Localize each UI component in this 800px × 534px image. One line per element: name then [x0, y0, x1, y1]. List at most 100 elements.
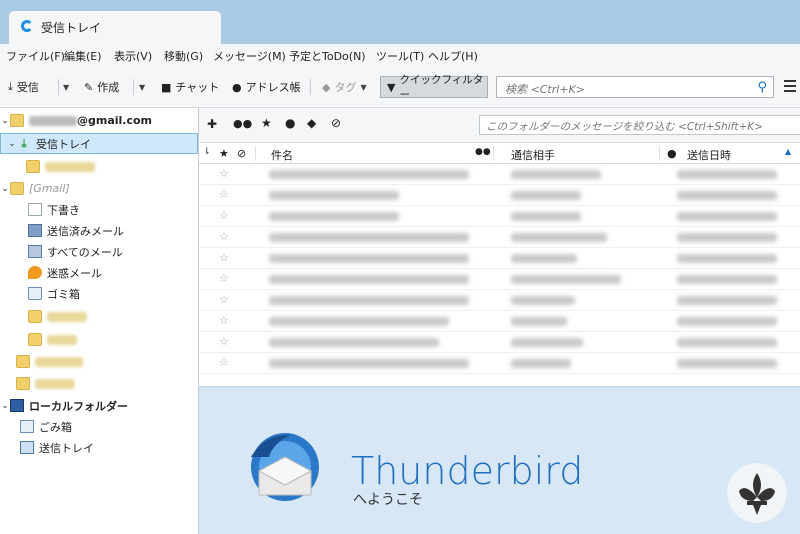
message-row[interactable]: ☆ [199, 353, 800, 374]
fleur-de-lis-icon [727, 463, 787, 523]
thunderbird-title: Thunderbird [351, 449, 584, 493]
app-menu-icon[interactable] [784, 80, 796, 95]
contact-filter-icon[interactable]: ● [285, 116, 295, 130]
trash-label: ゴミ箱 [47, 287, 80, 301]
message-row[interactable]: ☆ [199, 206, 800, 227]
account-label: @gmail.com [77, 114, 153, 127]
blurred-subject [269, 359, 469, 368]
collapse-icon: ⌄ [1, 183, 9, 194]
blurred-date [677, 359, 777, 368]
collapse-icon: ⌄ [8, 138, 16, 149]
filter-placeholder: このフォルダーのメッセージを絞り込む <Ctrl+Shift+K> [486, 121, 763, 133]
starred-filter-icon[interactable]: ★ [261, 116, 272, 130]
folder-icon [10, 182, 24, 195]
star-icon[interactable]: ☆ [219, 188, 229, 201]
unread-filter-icon[interactable]: ●● [233, 117, 252, 130]
pin-icon[interactable]: ✚ [207, 117, 217, 131]
column-separator [255, 146, 256, 161]
folder-local[interactable]: ⌄ ローカルフォルダー [0, 395, 198, 416]
folder-drafts[interactable]: 下書き [0, 199, 198, 220]
subject-column-header[interactable]: 件名 [271, 147, 293, 163]
message-row[interactable]: ☆ [199, 311, 800, 332]
get-messages-button[interactable]: ⤓ 受信 [8, 76, 39, 98]
folder-local-trash[interactable]: ごみ箱 [0, 416, 198, 437]
folder-blurred-2[interactable] [0, 306, 198, 327]
menu-help[interactable]: ヘルプ(H) [428, 48, 478, 64]
spam-label: 迷惑メール [47, 266, 102, 280]
toolbar-separator [310, 79, 311, 95]
folder-sent[interactable]: 送信済みメール [0, 220, 198, 241]
write-label: 作成 [97, 81, 120, 94]
chat-button[interactable]: ■ チャット [161, 76, 219, 98]
folder-spam[interactable]: 迷惑メール [0, 262, 198, 283]
blurred-subject [269, 275, 469, 284]
address-book-button[interactable]: ● アドレス帳 [232, 76, 301, 98]
star-icon[interactable]: ☆ [219, 167, 229, 180]
folder-gmail[interactable]: ⌄ [Gmail] [0, 178, 198, 199]
folder-inbox[interactable]: ⌄ ⤓ 受信トレイ [0, 133, 198, 154]
folder-blurred-5[interactable] [0, 373, 198, 394]
get-messages-dropdown-icon[interactable]: ▼ [63, 76, 69, 98]
folder-pane: ⌄ @gmail.com ⌄ ⤓ 受信トレイ ⌄ [Gmail] 下書き 送信済… [0, 108, 199, 534]
star-icon[interactable]: ☆ [219, 314, 229, 327]
star-icon[interactable]: ☆ [219, 251, 229, 264]
tag-filter-icon[interactable]: ◆ [307, 116, 316, 130]
main-toolbar: ⤓ 受信 ▼ ✎ 作成 ▼ ■ チャット ● アドレス帳 ◆ タグ ▼ ▼ クイ… [0, 66, 800, 108]
star-column-icon[interactable]: ★ [219, 147, 229, 160]
folder-outbox[interactable]: 送信トレイ [0, 437, 198, 458]
folder-icon [28, 333, 42, 346]
folder-blurred-1[interactable] [0, 156, 198, 177]
folder-icon [16, 355, 30, 368]
message-row[interactable]: ☆ [199, 227, 800, 248]
message-row[interactable]: ☆ [199, 164, 800, 185]
folder-blurred-4[interactable] [0, 351, 198, 372]
correspondent-column-header[interactable]: 通信相手 [511, 147, 555, 163]
menu-edit[interactable]: 編集(E) [64, 48, 102, 64]
message-row[interactable]: ☆ [199, 269, 800, 290]
attachment-filter-icon[interactable]: ⊘ [331, 116, 341, 130]
collapse-icon: ⌄ [1, 400, 9, 411]
menu-message[interactable]: メッセージ(M) [213, 48, 286, 64]
menu-tools[interactable]: ツール(T) [376, 48, 424, 64]
message-row[interactable]: ☆ [199, 332, 800, 353]
star-icon[interactable]: ☆ [219, 335, 229, 348]
message-row[interactable]: ☆ [199, 185, 800, 206]
junk-column-icon[interactable]: ● [667, 147, 677, 160]
chat-label: チャット [175, 81, 220, 94]
flame-icon [28, 266, 42, 279]
folder-trash[interactable]: ゴミ箱 [0, 283, 198, 304]
star-icon[interactable]: ☆ [219, 293, 229, 306]
write-dropdown-icon[interactable]: ▼ [139, 76, 145, 98]
sent-icon [28, 224, 42, 237]
menu-go[interactable]: 移動(G) [164, 48, 203, 64]
filter-messages-input[interactable]: このフォルダーのメッセージを絞り込む <Ctrl+Shift+K> [479, 115, 800, 135]
menu-file[interactable]: ファイル(F) [6, 48, 65, 64]
folder-all-mail[interactable]: すべてのメール [0, 241, 198, 262]
blurred-date [677, 191, 777, 200]
write-button[interactable]: ✎ 作成 [84, 76, 119, 98]
trash-icon [20, 420, 34, 433]
attachment-column-icon[interactable]: ⊘ [237, 147, 246, 160]
read-column-icon[interactable]: ●● [475, 147, 491, 157]
message-row[interactable]: ☆ [199, 248, 800, 269]
search-input[interactable]: 検索 <Ctrl+K> ⚲ [496, 76, 774, 98]
inbox-icon: ⤓ [21, 137, 27, 150]
thread-column-icon[interactable]: ⇂ [203, 147, 211, 157]
folder-icon [26, 160, 40, 173]
menu-view[interactable]: 表示(V) [114, 48, 152, 64]
star-icon[interactable]: ☆ [219, 272, 229, 285]
column-separator [493, 146, 494, 161]
tab-inbox[interactable]: 受信トレイ [8, 10, 222, 44]
quick-filter-button[interactable]: ▼ クイックフィルター [380, 74, 488, 101]
tag-button[interactable]: ◆ タグ ▼ [322, 76, 367, 98]
start-page: Thunderbird へようこそ [199, 386, 800, 534]
date-column-header[interactable]: 送信日時 [687, 147, 731, 163]
menu-events-tasks[interactable]: 予定とToDo(N) [289, 48, 366, 64]
folder-account[interactable]: ⌄ @gmail.com [0, 110, 198, 131]
star-icon[interactable]: ☆ [219, 356, 229, 369]
folder-blurred-3[interactable] [0, 329, 198, 350]
message-row[interactable]: ☆ [199, 290, 800, 311]
search-icon: ⚲ [757, 80, 767, 95]
star-icon[interactable]: ☆ [219, 209, 229, 222]
star-icon[interactable]: ☆ [219, 230, 229, 243]
